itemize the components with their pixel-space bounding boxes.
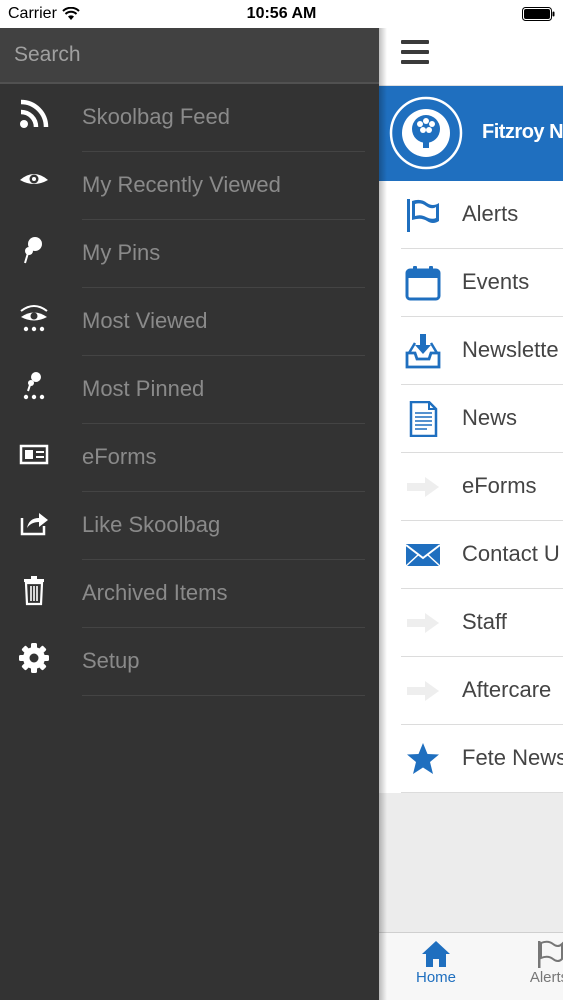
drawer-item-eforms[interactable]: eForms (0, 424, 379, 492)
main-item-staff[interactable]: Staff (379, 589, 563, 657)
school-banner: Fitzroy No (379, 86, 563, 181)
divider (82, 695, 365, 696)
main-item-label: Contact U (462, 541, 560, 566)
drawer-item-label: Most Pinned (82, 376, 205, 401)
main-item-label: Staff (462, 609, 507, 634)
main-item-news[interactable]: News (379, 385, 563, 453)
main-item-label: Aftercare (462, 677, 552, 702)
main-menu: Alerts Events Newslette News eForms Cont… (379, 181, 563, 793)
drawer-item-my-pins[interactable]: My Pins (0, 220, 379, 288)
drawer-item-setup[interactable]: Setup (0, 628, 379, 696)
main-item-label: Alerts (462, 201, 519, 226)
pin-icon (24, 237, 42, 264)
menu-icon[interactable] (401, 40, 429, 66)
drawer-item-skoolbag-feed[interactable]: Skoolbag Feed (0, 84, 379, 152)
home-icon (422, 941, 450, 967)
battery-icon (522, 7, 555, 21)
eye-icon (20, 174, 48, 184)
search-field[interactable]: Search (0, 28, 379, 84)
inbox-download-icon (405, 334, 441, 369)
share-icon (20, 513, 48, 536)
drawer-item-my-recently-viewed[interactable]: My Recently Viewed (0, 152, 379, 220)
drawer-item-label: My Recently Viewed (82, 172, 281, 197)
main-item-label: Fete News (462, 745, 563, 770)
calendar-icon (405, 266, 441, 301)
drawer-menu: Skoolbag Feed My Recently Viewed My Pins (0, 84, 379, 696)
drawer-item-label: eForms (82, 444, 157, 469)
gear-icon (19, 643, 49, 673)
main-item-label: Newslette (462, 337, 559, 362)
arrow-icon (407, 477, 439, 497)
drawer-item-label: Skoolbag Feed (82, 104, 230, 129)
flag-icon (407, 199, 439, 232)
tab-alerts[interactable]: Alerts (519, 939, 563, 986)
status-bar: Carrier 10:56 AM (0, 0, 563, 28)
rss-icon (20, 99, 49, 128)
clock: 10:56 AM (246, 5, 317, 22)
top-bar (379, 28, 563, 86)
id-card-icon (19, 444, 49, 465)
drawer-item-label: My Pins (82, 240, 161, 265)
main-item-eforms[interactable]: eForms (379, 453, 563, 521)
arrow-icon (407, 613, 439, 633)
drawer-item-label: Like Skoolbag (82, 512, 221, 537)
tab-home[interactable]: Home (399, 939, 473, 986)
envelope-icon (405, 544, 441, 567)
main-item-label: Events (462, 269, 530, 294)
drawer-item-most-viewed[interactable]: Most Viewed (0, 288, 379, 356)
drawer-item-like-skoolbag[interactable]: Like Skoolbag (0, 492, 379, 560)
main-item-label: News (462, 405, 518, 430)
trash-icon (24, 576, 44, 606)
search-placeholder: Search (14, 43, 81, 66)
school-logo (389, 96, 463, 170)
main-item-events[interactable]: Events (379, 249, 563, 317)
side-drawer: Search Skoolbag Feed My Recently Viewed (0, 28, 379, 1000)
drawer-item-most-pinned[interactable]: Most Pinned (0, 356, 379, 424)
main-item-newsletter[interactable]: Newslette (379, 317, 563, 385)
drawer-item-archived-items[interactable]: Archived Items (0, 560, 379, 628)
star-icon (407, 743, 439, 774)
main-item-contact-us[interactable]: Contact U (379, 521, 563, 589)
main-item-aftercare[interactable]: Aftercare (379, 657, 563, 725)
drawer-item-label: Archived Items (82, 580, 228, 605)
tab-bar: Home Alerts (379, 932, 563, 1000)
main-panel: Fitzroy No Alerts Events (379, 28, 563, 1000)
drawer-item-label: Most Viewed (82, 308, 208, 333)
tab-label: Home (415, 969, 456, 986)
flag-icon (538, 940, 563, 968)
arrow-icon (407, 681, 439, 701)
document-icon (409, 401, 438, 437)
main-item-alerts[interactable]: Alerts (379, 181, 563, 249)
school-name: Fitzroy No (482, 121, 563, 143)
tab-label: Alerts (529, 969, 563, 986)
drawer-item-label: Setup (82, 648, 140, 673)
main-item-fete-news[interactable]: Fete News (379, 725, 563, 793)
most-viewed-icon (20, 305, 48, 332)
divider (401, 792, 563, 793)
main-item-label: eForms (462, 473, 537, 498)
most-pinned-icon (23, 372, 45, 400)
